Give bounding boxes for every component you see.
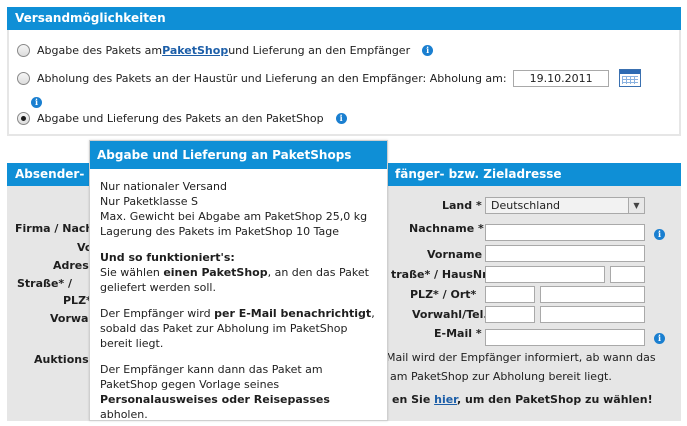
telefon-input[interactable] (540, 306, 645, 323)
radio-abholung[interactable] (17, 71, 30, 85)
tooltip-line: Nur nationaler Versand (100, 180, 227, 193)
email-input[interactable] (485, 329, 645, 346)
how-title: Und so funktioniert's: (100, 251, 235, 264)
option-1-pre: Abgabe des Pakets am (37, 44, 163, 57)
how-text-1: Sie wählen (100, 266, 164, 279)
vorwahl-left-label: Vorwa (50, 312, 89, 325)
option-paketshop-lieferung[interactable]: Abgabe und Lieferung des Pakets an den P… (17, 112, 347, 125)
tooltip-body: Nur nationaler Versand Nur Paketklasse S… (90, 169, 387, 422)
auktion-left-label: Auktionsn (34, 353, 97, 366)
strasse-label: traße* / HausNr (391, 268, 488, 281)
ort-input[interactable] (540, 286, 645, 303)
tooltip-line: Lagerung des Pakets im PaketShop 10 Tage (100, 225, 339, 238)
vorname-input[interactable] (485, 245, 645, 262)
strasse-input[interactable] (485, 266, 605, 283)
info-icon[interactable]: i (654, 229, 665, 240)
plz-input[interactable] (485, 286, 535, 303)
info-icon[interactable]: i (31, 97, 42, 108)
paketshop-hint: en Sie hier, um den PaketShop zu wählen! (392, 393, 653, 406)
info-icon[interactable]: i (422, 45, 434, 56)
option-3-label: Abgabe und Lieferung des Pakets an den P… (37, 112, 324, 125)
versand-header: Versandmöglichkeiten (7, 7, 681, 30)
land-select[interactable]: Deutschland ▼ (485, 197, 645, 214)
email-note-line1: -Mail wird der Empfänger informiert, ab … (382, 351, 656, 364)
option-2-label: Abholung des Pakets an der Haustür und L… (37, 71, 507, 85)
paketshop-tooltip: Abgabe und Lieferung an PaketShops Nur n… (89, 140, 388, 421)
nachname-input[interactable] (485, 224, 645, 241)
tooltip-line: Nur Paketklasse S (100, 195, 199, 208)
versand-section: Versandmöglichkeiten Abgabe des Pakets a… (7, 7, 681, 136)
option-1-post: und Lieferung an den Empfänger (228, 44, 411, 57)
info-icon[interactable]: i (654, 333, 665, 344)
tooltip-title: Abgabe und Lieferung an PaketShops (90, 141, 387, 169)
pickup-text-2: abholen. (100, 408, 148, 421)
info-icon[interactable]: i (335, 113, 347, 124)
land-label: Land * (442, 199, 482, 212)
pickup-text-bold: Personalausweises oder Reisepasses (100, 393, 330, 406)
empfaenger-title: fänger- bzw. Zieladresse (395, 167, 562, 181)
abholung-date-input[interactable]: 19.10.2011 (512, 69, 609, 87)
versand-body: Abgabe des Pakets am PaketShop und Liefe… (9, 30, 679, 134)
how-text-bold: einen PaketShop (163, 266, 268, 279)
plz-left-label: PLZ* (63, 294, 92, 307)
hausnr-input[interactable] (610, 266, 645, 283)
hier-link[interactable]: hier (434, 393, 457, 406)
radio-paketshop-lieferung[interactable] (17, 112, 30, 125)
email-note-line2: r am PaketShop zur Abholung bereit liegt… (382, 370, 612, 383)
option-paketshop-abgabe[interactable]: Abgabe des Pakets am PaketShop und Liefe… (17, 44, 434, 57)
hint-post: , um den PaketShop zu wählen! (456, 393, 653, 406)
vorwahl-label: Vorwahl/Tel. (412, 308, 488, 321)
plz-ort-label: PLZ* / Ort* (410, 288, 477, 301)
tooltip-line: Max. Gewicht bei Abgabe am PaketShop 25,… (100, 210, 368, 223)
chevron-down-icon[interactable]: ▼ (628, 198, 644, 213)
land-value: Deutschland (491, 199, 561, 212)
notify-text-bold: per E-Mail benachrichtigt (214, 307, 372, 320)
strasse-left-label: Straße* / (17, 277, 72, 290)
hint-pre: en Sie (392, 393, 435, 406)
email-label: E-Mail * (434, 327, 482, 340)
radio-paketshop-abgabe[interactable] (17, 44, 30, 57)
vorwahl-input[interactable] (485, 306, 535, 323)
vorname-label: Vorname (427, 248, 483, 261)
firma-label: Firma / Nach (15, 222, 94, 235)
paketshop-link[interactable]: PaketShop (162, 44, 228, 57)
notify-text-1: Der Empfänger wird (100, 307, 215, 320)
calendar-icon[interactable] (618, 69, 641, 87)
nachname-label: Nachname * (409, 222, 484, 235)
option-abholung[interactable]: Abholung des Pakets an der Haustür und L… (17, 69, 641, 87)
pickup-text-1: Der Empfänger kann dann das Paket am Pak… (100, 363, 323, 391)
